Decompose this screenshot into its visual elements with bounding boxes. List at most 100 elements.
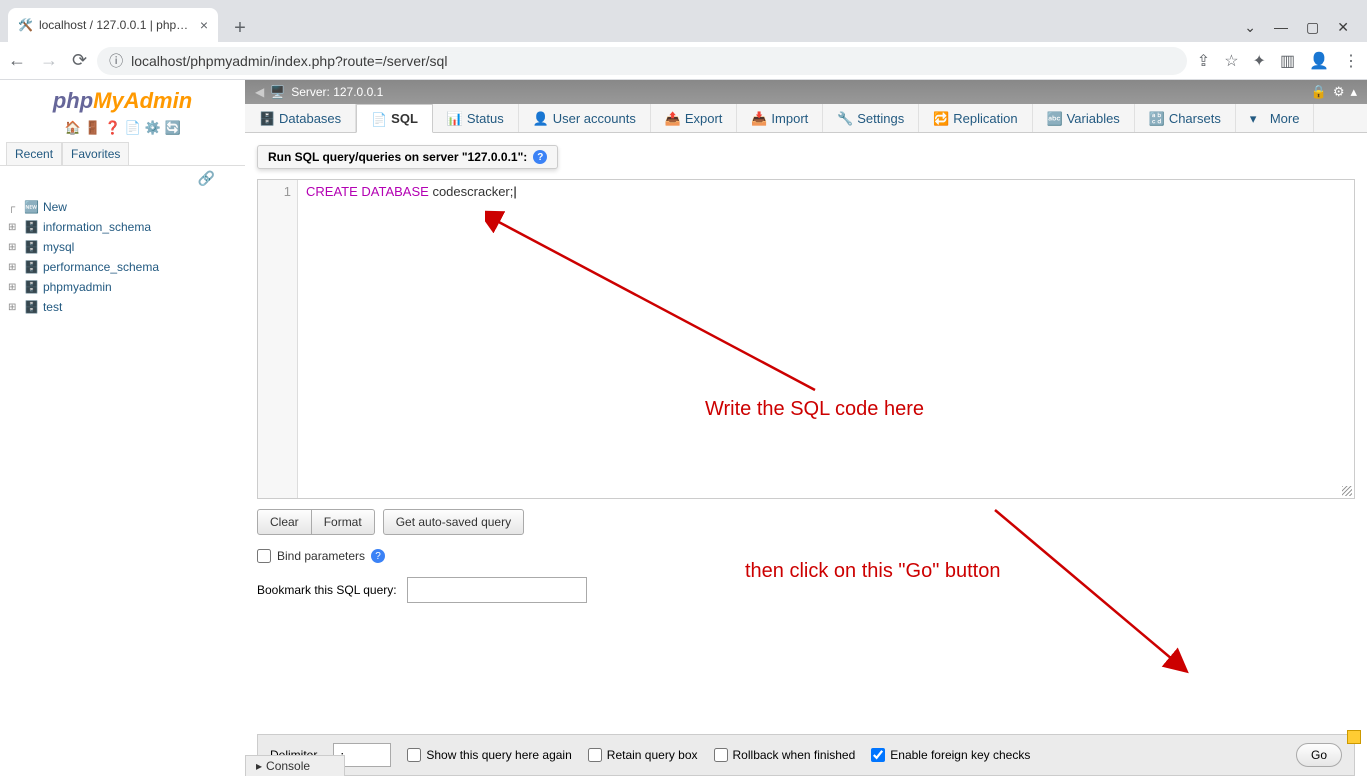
expand-icon[interactable]: ⊞ xyxy=(8,302,20,313)
clear-button[interactable]: Clear xyxy=(257,509,312,535)
extensions-icon[interactable]: ✦ xyxy=(1253,51,1266,71)
wrench-icon: 🔧 xyxy=(837,111,851,125)
sidebar-tab-favorites[interactable]: Favorites xyxy=(62,142,129,165)
link-icon[interactable]: 🔗 xyxy=(0,166,245,193)
main-panel: ◀ 🖥️ Server: 127.0.0.1 🔒 ⚙ ▴ 🗄️Databases… xyxy=(245,80,1367,776)
docs-icon[interactable]: ❓ xyxy=(105,120,121,136)
database-icon: 🗄️ xyxy=(24,300,39,314)
help-icon[interactable]: ? xyxy=(533,150,547,164)
bind-params-label: Bind parameters xyxy=(277,549,365,563)
expand-icon[interactable]: ⊞ xyxy=(8,222,20,233)
gear-icon[interactable]: ⚙️ xyxy=(145,120,161,136)
retain-checkbox[interactable] xyxy=(588,748,602,762)
tree-db-item[interactable]: ⊞🗄️mysql xyxy=(8,237,237,257)
expand-icon[interactable]: ⊞ xyxy=(8,242,20,253)
tab-variables[interactable]: 🔤Variables xyxy=(1033,104,1135,132)
db-tree: ┌ 🆕 New ⊞🗄️information_schema ⊞🗄️mysql ⊞… xyxy=(0,193,245,321)
tab-more[interactable]: ▾More xyxy=(1236,104,1315,132)
sidebar: phpMyAdmin 🏠 🚪 ❓ 📄 ⚙️ 🔄 Recent Favorites… xyxy=(0,80,245,776)
text-cursor: | xyxy=(513,184,516,199)
sql-icon[interactable]: 📄 xyxy=(125,120,141,136)
charsets-icon: 🔡 xyxy=(1149,111,1163,125)
tab-settings[interactable]: 🔧Settings xyxy=(823,104,919,132)
maximize-icon[interactable]: ▢ xyxy=(1306,19,1319,36)
pma-logo: phpMyAdmin xyxy=(0,80,245,118)
reload-icon[interactable]: ⟳ xyxy=(72,50,87,71)
new-tab-button[interactable]: + xyxy=(226,14,254,42)
console-toggle[interactable]: ▸ Console xyxy=(245,755,345,776)
fk-checkbox[interactable] xyxy=(871,748,885,762)
profile-icon[interactable]: 👤 xyxy=(1309,51,1329,71)
format-button[interactable]: Format xyxy=(312,509,375,535)
window-controls: ⌄ — ▢ ✕ xyxy=(1244,19,1359,42)
tab-close-icon[interactable]: × xyxy=(200,17,208,33)
sidebar-tab-recent[interactable]: Recent xyxy=(6,142,62,165)
server-icon: 🖥️ xyxy=(270,85,285,99)
close-icon[interactable]: ✕ xyxy=(1337,19,1349,36)
database-icon: 🗄️ xyxy=(24,240,39,254)
database-icon: 🗄️ xyxy=(24,220,39,234)
import-icon: 📥 xyxy=(751,111,765,125)
tree-db-item[interactable]: ⊞🗄️information_schema xyxy=(8,217,237,237)
url-text: localhost/phpmyadmin/index.php?route=/se… xyxy=(131,53,447,69)
chevron-down-icon[interactable]: ⌄ xyxy=(1244,19,1256,36)
bind-params-checkbox[interactable] xyxy=(257,549,271,563)
kebab-menu-icon[interactable]: ⋮ xyxy=(1343,51,1359,71)
page-settings-lock-icon[interactable]: 🔒 xyxy=(1311,84,1327,100)
go-button[interactable]: Go xyxy=(1296,743,1342,767)
sql-editor[interactable]: 1 CREATE DATABASE codescracker;| xyxy=(257,179,1355,499)
logout-icon[interactable]: 🚪 xyxy=(85,120,101,136)
users-icon: 👤 xyxy=(533,111,547,125)
tab-databases[interactable]: 🗄️Databases xyxy=(245,104,356,132)
browser-tab[interactable]: 🛠️ localhost / 127.0.0.1 | phpMyAdm × xyxy=(8,8,218,42)
minimize-icon[interactable]: — xyxy=(1274,19,1288,36)
tree-new[interactable]: ┌ 🆕 New xyxy=(8,197,237,217)
editor-body[interactable]: CREATE DATABASE codescracker;| xyxy=(298,180,1354,498)
console-caret-icon: ▸ xyxy=(256,759,262,773)
page-settings-up-icon[interactable]: ▴ xyxy=(1350,84,1357,100)
browser-tab-strip: 🛠️ localhost / 127.0.0.1 | phpMyAdm × + … xyxy=(0,0,1367,42)
bookmark-star-icon[interactable]: ☆ xyxy=(1224,51,1238,71)
resize-handle[interactable] xyxy=(1342,486,1352,496)
show-again-checkbox[interactable] xyxy=(407,748,421,762)
tree-db-item[interactable]: ⊞🗄️performance_schema xyxy=(8,257,237,277)
tree-db-item[interactable]: ⊞🗄️phpmyadmin xyxy=(8,277,237,297)
variables-icon: 🔤 xyxy=(1047,111,1061,125)
url-bar[interactable]: ⓘ localhost/phpmyadmin/index.php?route=/… xyxy=(97,47,1187,75)
status-icon: 📊 xyxy=(447,111,461,125)
replication-icon: 🔁 xyxy=(933,111,947,125)
database-icon: 🗄️ xyxy=(259,111,273,125)
tab-export[interactable]: 📤Export xyxy=(651,104,738,132)
notification-icon[interactable] xyxy=(1347,730,1361,744)
tree-db-item[interactable]: ⊞🗄️test xyxy=(8,297,237,317)
tab-user-accounts[interactable]: 👤User accounts xyxy=(519,104,651,132)
collapse-handle-icon[interactable]: ◀ xyxy=(255,85,264,99)
tab-status[interactable]: 📊Status xyxy=(433,104,519,132)
sidepanel-icon[interactable]: ▥ xyxy=(1280,51,1295,71)
share-icon[interactable]: ⇪ xyxy=(1197,51,1210,71)
sql-icon: 📄 xyxy=(371,112,385,126)
tab-charsets[interactable]: 🔡Charsets xyxy=(1135,104,1236,132)
editor-gutter: 1 xyxy=(258,180,298,498)
tab-replication[interactable]: 🔁Replication xyxy=(919,104,1032,132)
site-info-icon[interactable]: ⓘ xyxy=(109,51,123,71)
expand-icon[interactable]: ⊞ xyxy=(8,262,20,273)
home-icon[interactable]: 🏠 xyxy=(65,120,81,136)
bookmark-input[interactable] xyxy=(407,577,587,603)
help-icon[interactable]: ? xyxy=(371,549,385,563)
tab-title: localhost / 127.0.0.1 | phpMyAdm xyxy=(39,18,194,32)
new-db-icon: 🆕 xyxy=(24,200,39,214)
tab-import[interactable]: 📥Import xyxy=(737,104,823,132)
rollback-checkbox[interactable] xyxy=(714,748,728,762)
expand-icon[interactable]: ⊞ xyxy=(8,282,20,293)
more-caret-icon: ▾ xyxy=(1250,111,1264,125)
autosaved-button[interactable]: Get auto-saved query xyxy=(383,509,524,535)
database-icon: 🗄️ xyxy=(24,280,39,294)
back-icon[interactable]: ← xyxy=(8,50,26,71)
page-settings-gear-icon[interactable]: ⚙ xyxy=(1333,84,1345,100)
forward-icon[interactable]: → xyxy=(40,50,58,71)
tab-sql[interactable]: 📄SQL xyxy=(356,104,433,133)
refresh-icon[interactable]: 🔄 xyxy=(165,120,181,136)
bookmark-label: Bookmark this SQL query: xyxy=(257,583,397,597)
server-breadcrumb: ◀ 🖥️ Server: 127.0.0.1 🔒 ⚙ ▴ xyxy=(245,80,1367,104)
